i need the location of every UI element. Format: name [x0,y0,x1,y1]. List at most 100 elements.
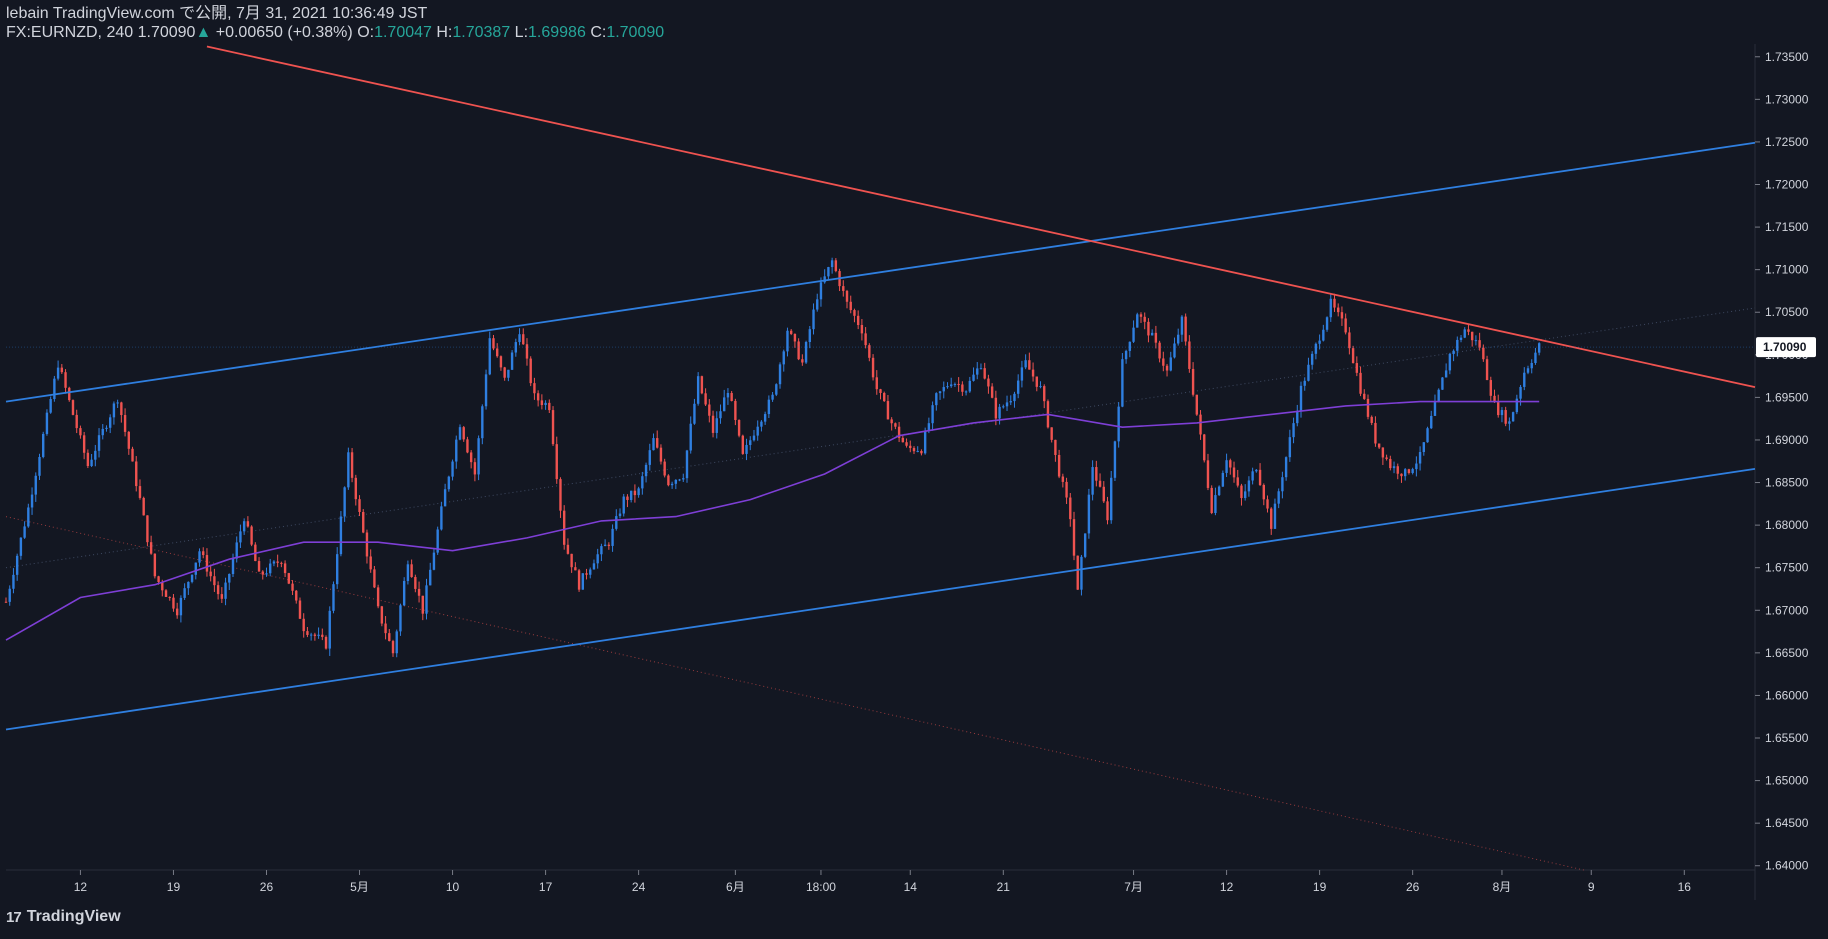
candle-body [1333,298,1336,308]
candle-body [562,510,566,545]
candle-body [414,577,417,589]
candle-body [1296,410,1299,424]
candle-body [510,352,514,370]
candle-body [1474,340,1478,342]
candle-body [339,516,343,555]
candle-body [101,428,104,436]
candle-body [1251,471,1254,481]
candle-body [1210,487,1213,514]
candle-body [548,402,551,411]
candle-body [1124,350,1128,360]
candle-body [49,399,52,413]
candle-body [1195,394,1199,415]
candle-body [894,423,897,427]
price-tick-label: 1.71500 [1765,220,1809,234]
price-tick-label: 1.68500 [1765,476,1809,490]
candle-body [205,555,209,572]
candle-body [8,588,11,602]
candle-body [890,419,893,424]
candle-body [1262,484,1265,500]
candle-body [1523,372,1526,387]
date-tick-label: 24 [632,880,646,894]
candle-body [1519,386,1522,399]
price-tick-label: 1.67500 [1765,561,1809,575]
candle-body [105,427,108,429]
candle-body [34,475,37,495]
candle-body [425,585,428,614]
candle-body [216,585,220,595]
candle-body [1407,469,1411,473]
candle-body [269,563,272,574]
candle-body [1377,443,1381,448]
candle-body [1121,359,1124,407]
candle-body [179,597,183,616]
candle-body [912,448,916,452]
candle-body [1247,480,1251,492]
candle-body [1526,368,1530,373]
candle-body [507,369,510,378]
candle-body [760,421,763,427]
candle-body [239,531,242,543]
candle-body [979,368,983,370]
candle-body [56,367,60,379]
candle-body [1303,380,1306,386]
brand-name: TradingView [26,908,121,925]
date-tick-label: 6月 [726,880,745,894]
candle-body [302,618,305,632]
candle-body [525,344,529,359]
candle-body [570,553,573,568]
candle-body [499,356,503,368]
candle-body [659,447,663,462]
candle-body [819,282,823,300]
candle-body [1110,477,1113,521]
candle-body [1508,421,1511,424]
candle-body [879,389,882,393]
candle-body [1270,508,1273,529]
candle-body [685,450,689,479]
candle-body [116,402,119,404]
candle-body [313,634,317,636]
price-chart[interactable]: 1.73500 1.73000 1.72500 1.72000 1.71500 1.710… [0,0,1828,900]
candle-body [667,475,670,486]
candle-body [529,358,532,384]
date-tick-label: 26 [260,880,274,894]
candle-body [704,393,707,405]
channel-upper-line[interactable] [5,141,1756,403]
date-tick-label: 12 [74,880,88,894]
candle-body [518,334,521,343]
candle-body [1430,415,1433,429]
candle-body [935,393,938,406]
candle-body [157,576,160,583]
candle-body [983,368,986,379]
candle-body [280,562,283,564]
candle-body [365,532,369,557]
candle-body [503,367,506,378]
candle-body [1351,348,1355,364]
candle-body [146,515,149,543]
price-tick-label: 1.69500 [1765,390,1809,404]
footer-brand[interactable]: 17 TradingView [6,908,121,926]
candle-body [1050,427,1053,440]
price-tick-label: 1.73000 [1765,92,1809,106]
candle-body [1005,402,1009,407]
candle-body [1500,410,1504,416]
candle-body [1098,480,1102,487]
candle-body [923,431,927,454]
candle-body [1002,406,1005,408]
candle-body [335,554,339,585]
candle-body [295,590,298,601]
candle-body [611,528,614,546]
candle-body [1009,401,1012,403]
candle-body [953,384,957,386]
candle-body [231,558,235,574]
candle-body [663,461,666,476]
candle-body [306,631,309,635]
price-tick-label: 1.69000 [1765,433,1809,447]
channel-lower-line[interactable] [5,468,1756,731]
candle-body [1426,428,1429,443]
candle-body [1016,380,1020,394]
candle-body [440,506,443,530]
candle-body [1344,318,1347,333]
candle-body [842,286,845,291]
descending-trend-line[interactable] [206,45,1756,389]
